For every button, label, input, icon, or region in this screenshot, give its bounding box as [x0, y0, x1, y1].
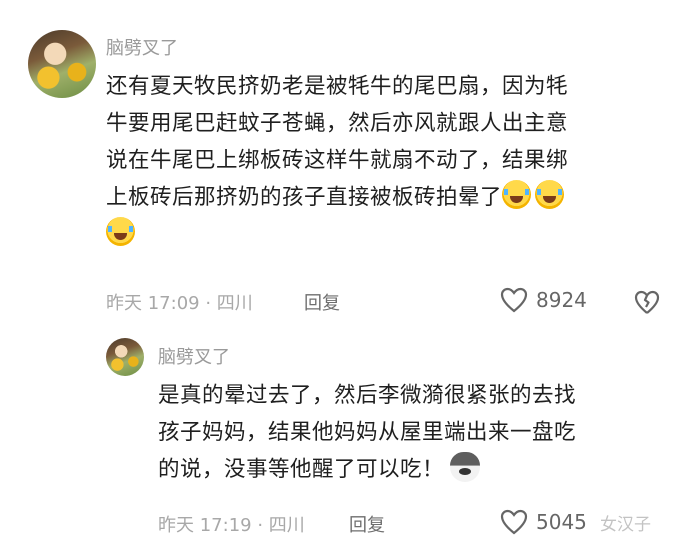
crying-laughing-emoji [106, 217, 135, 246]
reply-line-text: 的说，没事等他醒了可以吃！ [158, 457, 445, 482]
comment-line: 说在牛尾巴上绑板砖这样牛就扇不动了，结果绑 [106, 148, 569, 173]
comment-line: 牛要用尾巴赶蚊子苍蝇，然后亦风就跟人出主意 [106, 111, 569, 136]
comment-line-text: 上板砖后那挤奶的孩子直接被板砖拍晕了 [106, 185, 503, 210]
heart-icon [500, 287, 528, 313]
reply-button[interactable]: 回复 [349, 511, 385, 537]
crying-laughing-emoji [502, 180, 532, 209]
husky-dog-emoji [450, 452, 481, 482]
watermark-text: 女汉子 [600, 515, 651, 535]
comment-line: 还有夏天牧民挤奶老是被牦牛的尾巴扇，因为牦 [106, 74, 569, 99]
broken-heart-icon[interactable] [634, 290, 660, 315]
reply-line: 的说，没事等他醒了可以吃！ [158, 451, 678, 488]
crying-laughing-emoji [535, 180, 565, 209]
comment-username[interactable]: 脑劈叉了 [106, 34, 178, 60]
comment-line [106, 216, 686, 253]
avatar[interactable] [28, 30, 96, 98]
comment-line: 上板砖后那挤奶的孩子直接被板砖拍晕了 [106, 179, 686, 216]
reply-username[interactable]: 脑劈叉了 [158, 343, 230, 369]
like-button[interactable]: 8924 [500, 287, 587, 313]
like-count: 8924 [536, 288, 587, 312]
reply-timestamp: 昨天 17:19 · 四川 [158, 515, 305, 536]
watermark: 女汉子 [495, 510, 651, 535]
reply-text: 是真的晕过去了，然后李微漪很紧张的去找 孩子妈妈，结果他妈妈从屋里端出来一盘吃 … [158, 377, 678, 488]
comment-timestamp: 昨天 17:09 · 四川 [106, 293, 253, 314]
reply-button[interactable]: 回复 [304, 289, 340, 315]
comment-text: 还有夏天牧民挤奶老是被牦牛的尾巴扇，因为牦 牛要用尾巴赶蚊子苍蝇，然后亦风就跟人… [106, 68, 686, 253]
reply-avatar[interactable] [106, 338, 144, 376]
reply-line: 是真的晕过去了，然后李微漪很紧张的去找 [158, 383, 577, 408]
reply-line: 孩子妈妈，结果他妈妈从屋里端出来一盘吃 [158, 420, 577, 445]
